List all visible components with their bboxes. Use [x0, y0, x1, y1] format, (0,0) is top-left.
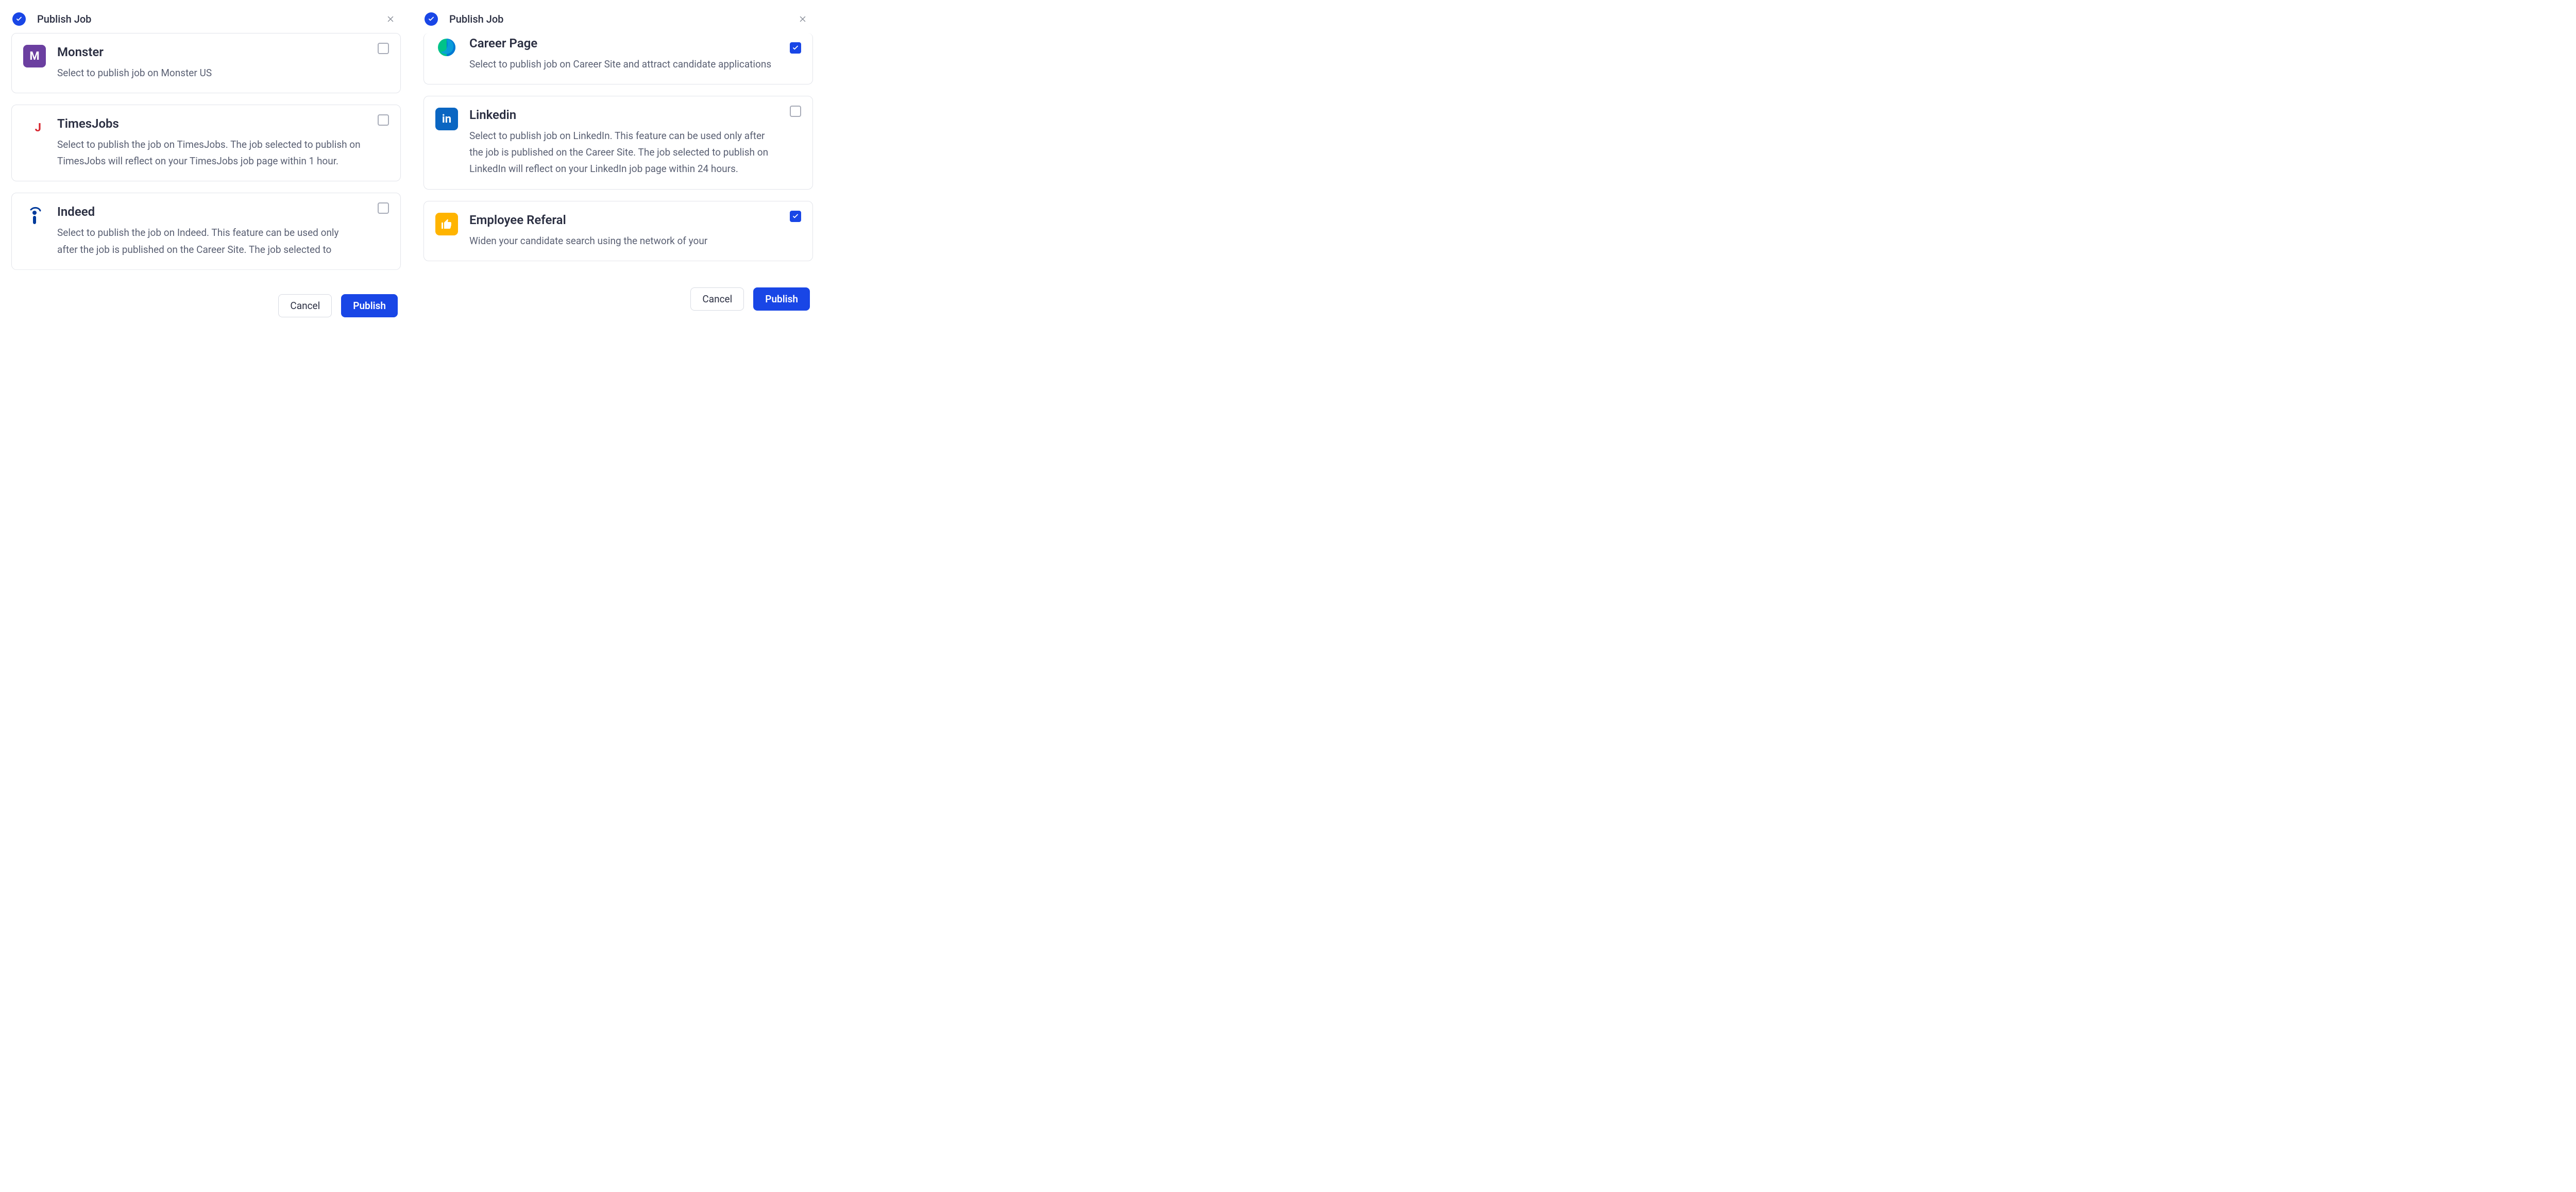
- timesjobs-logo-icon: TJ: [23, 116, 46, 139]
- close-icon[interactable]: [384, 13, 397, 25]
- publish-option-employee-referral: Employee Referal Widen your candidate se…: [423, 201, 813, 261]
- career-page-logo-icon: [435, 36, 458, 59]
- publish-job-dialog: Publish Job M Monster Select to publish …: [10, 5, 402, 322]
- option-description: Select to publish the job on TimesJobs. …: [57, 137, 361, 170]
- option-description: Select to publish job on Career Site and…: [469, 56, 773, 73]
- option-name: Career Page: [469, 36, 773, 51]
- options-scroll-area: M Monster Select to publish job on Monst…: [10, 32, 402, 279]
- option-name: Indeed: [57, 205, 361, 219]
- publish-button[interactable]: Publish: [753, 287, 810, 311]
- option-name: Monster: [57, 45, 361, 60]
- publish-button[interactable]: Publish: [341, 294, 398, 317]
- option-description: Widen your candidate search using the ne…: [469, 233, 773, 249]
- option-name: Employee Referal: [469, 213, 773, 228]
- option-checkbox[interactable]: [790, 42, 801, 54]
- dialog-title: Publish Job: [37, 13, 384, 25]
- publish-option-linkedin: in Linkedin Select to publish job on Lin…: [423, 96, 813, 190]
- publish-option-timesjobs: TJ TimesJobs Select to publish the job o…: [11, 105, 401, 181]
- option-checkbox[interactable]: [378, 202, 389, 214]
- linkedin-logo-icon: in: [435, 108, 458, 130]
- check-circle-icon: [425, 12, 438, 26]
- publish-option-monster: M Monster Select to publish job on Monst…: [11, 33, 401, 93]
- check-circle-icon: [12, 12, 26, 26]
- dialog-footer: Cancel Publish: [422, 273, 814, 316]
- options-scroll-area: Career Page Select to publish job on Car…: [422, 32, 814, 273]
- dialog-footer: Cancel Publish: [10, 279, 402, 322]
- indeed-logo-icon: [23, 205, 46, 227]
- dialog-header: Publish Job: [10, 5, 402, 32]
- scroll-fade: [422, 260, 814, 273]
- option-description: Select to publish the job on Indeed. Thi…: [57, 225, 361, 258]
- monster-logo-icon: M: [23, 45, 46, 67]
- cancel-button[interactable]: Cancel: [690, 287, 744, 311]
- publish-option-indeed: Indeed Select to publish the job on Inde…: [11, 193, 401, 269]
- thumbs-up-icon: [435, 213, 458, 235]
- option-checkbox[interactable]: [790, 211, 801, 222]
- option-description: Select to publish job on Monster US: [57, 65, 361, 81]
- cancel-button[interactable]: Cancel: [278, 294, 332, 317]
- option-checkbox[interactable]: [378, 43, 389, 54]
- close-icon[interactable]: [796, 13, 809, 25]
- option-name: TimesJobs: [57, 116, 361, 131]
- option-checkbox[interactable]: [790, 106, 801, 117]
- publish-option-career-page: Career Page Select to publish job on Car…: [423, 33, 813, 84]
- option-name: Linkedin: [469, 108, 773, 123]
- option-checkbox[interactable]: [378, 114, 389, 126]
- dialog-title: Publish Job: [449, 13, 796, 25]
- publish-job-dialog: Publish Job: [422, 5, 814, 316]
- dialog-header: Publish Job: [422, 5, 814, 32]
- option-description: Select to publish job on LinkedIn. This …: [469, 128, 773, 178]
